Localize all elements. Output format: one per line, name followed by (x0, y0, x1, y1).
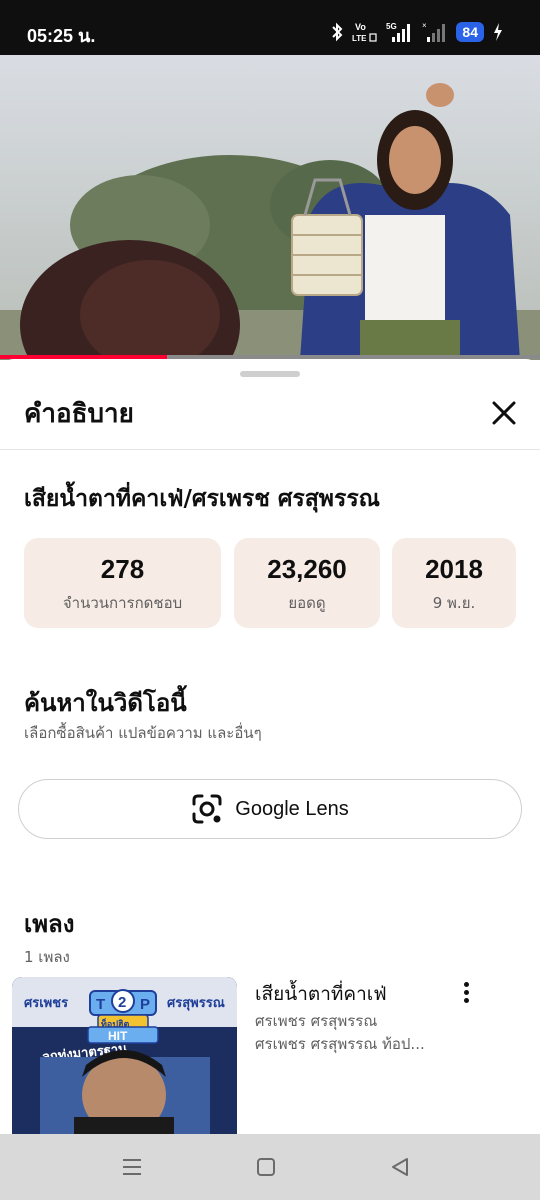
google-lens-icon (192, 794, 222, 824)
charging-icon (494, 23, 502, 41)
song-album: ศรเพชร ศรสุพรรณ ท้อป... (255, 1035, 425, 1053)
publish-year: 2018 (425, 554, 483, 584)
album-cover[interactable]: ศรเพชร ศรสุพรรณ T 2 P ท็อปฮิต HIT ลูกทุ่… (12, 977, 237, 1134)
video-title: เสียน้ำตาที่คาเฟ่/ศรเพรช ศรสุพรรณ (24, 486, 381, 512)
home-button[interactable] (246, 1152, 286, 1182)
google-lens-button[interactable]: Google Lens (18, 779, 522, 839)
album-cover-right-name: ศรสุพรรณ (167, 996, 225, 1011)
views-label: ยอดดู (288, 594, 326, 612)
battery-icon: 84 (456, 22, 484, 42)
status-icons: Vo LTE 5G × 84 (330, 20, 504, 44)
song-more-options-button[interactable] (452, 977, 480, 1007)
svg-text:LTE: LTE (352, 34, 367, 43)
signal-5g-icon: 5G (386, 22, 411, 42)
music-song-count: 1 เพลง (24, 948, 70, 966)
album-badge-num: 2 (118, 994, 126, 1011)
likes-label: จำนวนการกดชอบ (62, 594, 183, 612)
song-artist: ศรเพชร ศรสุพรรณ (255, 1012, 378, 1030)
more-vert-icon (463, 981, 469, 987)
status-time: 05:25 น. (27, 26, 96, 46)
date-stat: 2018 9 พ.ย. (392, 538, 516, 628)
likes-count: 278 (100, 554, 145, 584)
album-badge-p: P (140, 996, 150, 1013)
search-section-subtitle: เลือกซื้อสินค้า แปลข้อความ และอื่นๆ (24, 724, 262, 742)
svg-text:5G: 5G (386, 22, 397, 31)
views-count: 23,260 (267, 554, 347, 584)
video-frame-image (0, 55, 540, 360)
back-button[interactable] (380, 1152, 420, 1182)
back-triangle-icon (392, 1158, 408, 1176)
google-lens-label: Google Lens (235, 797, 349, 820)
close-button[interactable] (486, 395, 522, 431)
volte-icon: Vo LTE (352, 22, 378, 43)
music-section-title: เพลง (24, 910, 75, 938)
bluetooth-icon (332, 22, 343, 42)
system-navigation-bar (0, 1134, 540, 1200)
sheet-drag-handle[interactable] (240, 371, 300, 377)
sheet-title: คำอธิบาย (24, 399, 134, 429)
menu-lines-icon (123, 1159, 141, 1175)
close-icon (492, 401, 516, 425)
svg-text:×: × (422, 21, 427, 30)
views-stat: 23,260 ยอดดู (234, 538, 380, 628)
song-title[interactable]: เสียน้ำตาที่คาเฟ่ (255, 979, 387, 1009)
signal-icon: × (422, 21, 446, 42)
album-cover-left-name: ศรเพชร (24, 996, 68, 1011)
video-player[interactable] (0, 55, 540, 360)
likes-stat: 278 จำนวนการกดชอบ (24, 538, 221, 628)
svg-text:Vo: Vo (355, 22, 366, 32)
status-bar: 05:25 น. Vo LTE 5G × 84 (0, 0, 540, 55)
divider (0, 449, 540, 450)
publish-date: 9 พ.ย. (432, 594, 476, 612)
home-square-icon (257, 1158, 275, 1176)
album-cover-art: ศรเพชร ศรสุพรรณ T 2 P ท็อปฮิต HIT ลูกทุ่… (12, 977, 237, 1134)
album-badge-t: T (96, 996, 105, 1013)
description-sheet: คำอธิบาย เสียน้ำตาที่คาเฟ่/ศรเพรช ศรสุพร… (0, 359, 540, 1134)
recent-apps-button[interactable] (112, 1152, 152, 1182)
search-section-title: ค้นหาในวิดีโอนี้ (24, 689, 187, 717)
